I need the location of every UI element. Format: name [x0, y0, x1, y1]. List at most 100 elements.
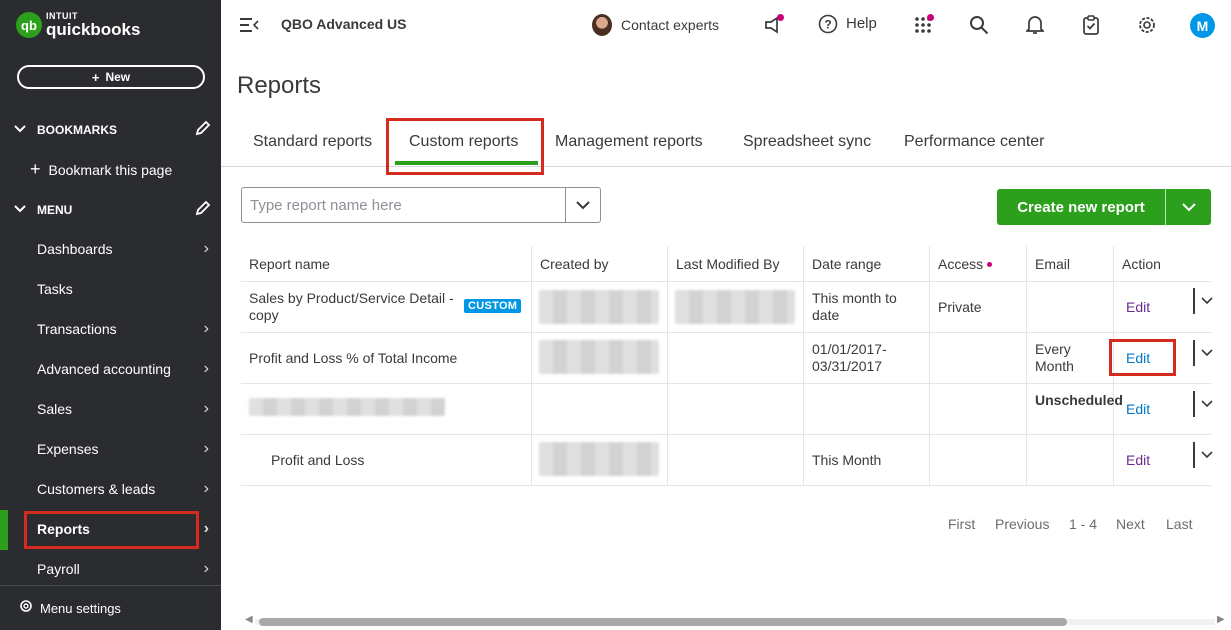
sidebar-item-label: Transactions [37, 321, 117, 337]
quickbooks-logo[interactable]: qb INTUIT quickbooks [16, 12, 140, 38]
email-cell: Every Month [1035, 341, 1074, 374]
pencil-icon[interactable] [195, 200, 211, 220]
tab-performance-center[interactable]: Performance center [904, 133, 1045, 151]
edit-link[interactable]: Edit [1126, 299, 1150, 315]
report-name-cell[interactable]: Profit and Loss % of Total Income [249, 350, 457, 367]
pencil-icon[interactable] [195, 120, 211, 140]
company-name: QBO Advanced US [281, 16, 407, 32]
sidebar-item-label: Dashboards [37, 241, 113, 257]
edit-link[interactable]: Edit [1126, 452, 1150, 468]
row-menu-divider [1193, 340, 1195, 366]
plus-icon: + [91, 69, 100, 85]
svg-text:?: ? [824, 18, 831, 32]
new-button-label: New [105, 70, 131, 84]
pagination-first[interactable]: First [948, 516, 975, 532]
horizontal-scrollbar[interactable]: ◀ ▶ [241, 614, 1231, 628]
date-range-cell: This Month [812, 452, 882, 468]
access-header-label: Access [938, 256, 984, 272]
collapse-menu-icon[interactable] [238, 14, 260, 36]
help-icon[interactable]: ? [817, 13, 839, 35]
chevron-down-icon[interactable] [1201, 397, 1213, 411]
menu-settings[interactable]: Menu settings [0, 585, 221, 630]
pagination-next[interactable]: Next [1116, 516, 1145, 532]
settings-gear-icon[interactable] [1136, 14, 1158, 36]
gear-icon [18, 598, 34, 619]
bookmark-page-label: Bookmark this page [48, 161, 173, 178]
chevron-down-icon[interactable] [1201, 346, 1213, 360]
pagination-range: 1 - 4 [1069, 516, 1098, 532]
redacted-created-by [539, 290, 659, 324]
sidebar-item-label: Tasks [37, 281, 73, 297]
chevron-down-icon[interactable] [1166, 199, 1211, 215]
report-name-cell[interactable]: Profit and Loss [271, 452, 364, 469]
clipboard-icon[interactable] [1080, 14, 1102, 36]
sidebar-item-tasks[interactable]: Tasks [0, 269, 221, 309]
menu-settings-label: Menu settings [40, 600, 121, 616]
edit-link[interactable]: Edit [1126, 401, 1150, 417]
custom-badge: CUSTOM [464, 299, 522, 313]
chevron-down-icon[interactable] [1201, 294, 1213, 308]
bookmarks-header[interactable]: BOOKMARKS [14, 120, 211, 140]
tab-spreadsheet-sync[interactable]: Spreadsheet sync [743, 133, 871, 151]
column-header-date-range[interactable]: Date range [804, 246, 881, 282]
expert-avatar [592, 14, 612, 36]
help-link[interactable]: Help [846, 15, 877, 32]
column-header-created-by[interactable]: Created by [532, 246, 608, 282]
new-button[interactable]: + New [17, 65, 205, 89]
sidebar-item-transactions[interactable]: Transactions › [0, 309, 221, 349]
redacted-created-by [539, 340, 659, 374]
chevron-right-icon: › [203, 240, 209, 257]
user-avatar[interactable]: M [1190, 13, 1215, 38]
date-range-cell: This month to date [812, 290, 897, 323]
sidebar-item-expenses[interactable]: Expenses › [0, 429, 221, 469]
plus-icon: + [30, 159, 41, 179]
sidebar-item-label: Payroll [37, 561, 80, 577]
email-cell: Unscheduled [1035, 392, 1123, 408]
search-input[interactable] [242, 190, 562, 220]
brand-name: quickbooks [46, 20, 141, 39]
sidebar-item-label: Customers & leads [37, 481, 156, 497]
search-icon[interactable] [968, 14, 990, 36]
access-cell: Private [938, 299, 982, 315]
highlight-box [1109, 339, 1176, 376]
sidebar-item-dashboards[interactable]: Dashboards › [0, 229, 221, 269]
report-search [241, 187, 601, 223]
pagination-previous[interactable]: Previous [995, 516, 1049, 532]
column-header-report-name[interactable]: Report name [241, 246, 330, 282]
apps-grid-icon[interactable] [912, 14, 934, 36]
report-name-cell[interactable]: Sales by Product/Service Detail - copy [249, 290, 459, 324]
chevron-right-icon: › [203, 480, 209, 497]
create-new-report-button[interactable]: Create new report [997, 189, 1211, 225]
report-tabs: Standard reports Custom reports Manageme… [221, 120, 1231, 167]
chevron-right-icon: › [203, 400, 209, 417]
sidebar-item-advanced-accounting[interactable]: Advanced accounting › [0, 349, 221, 389]
chevron-down-icon[interactable] [1201, 448, 1213, 462]
tab-standard-reports[interactable]: Standard reports [253, 133, 372, 151]
menu-header[interactable]: MENU [14, 200, 211, 220]
highlight-box [386, 118, 544, 175]
tab-management-reports[interactable]: Management reports [555, 133, 703, 151]
redacted-created-by [539, 442, 659, 476]
sidebar-item-payroll[interactable]: Payroll › [0, 549, 221, 589]
bell-icon[interactable] [1024, 14, 1046, 36]
date-range-cell: 01/01/2017-03/31/2017 [812, 341, 887, 374]
scrollbar-thumb[interactable] [259, 618, 1067, 626]
column-header-email[interactable]: Email [1027, 246, 1070, 282]
chevron-right-icon: › [203, 320, 209, 337]
sidebar: qb INTUIT quickbooks + New BOOKMARKS + B… [0, 0, 221, 630]
pagination-last[interactable]: Last [1166, 516, 1192, 532]
bookmark-this-page[interactable]: + Bookmark this page [30, 159, 172, 180]
contact-experts-link[interactable]: Contact experts [621, 17, 719, 33]
menu-label: MENU [37, 203, 73, 217]
page-title: Reports [237, 72, 322, 99]
create-new-report-label: Create new report [1017, 198, 1145, 216]
column-header-access[interactable]: Access [930, 246, 993, 282]
column-header-last-modified-by[interactable]: Last Modified By [668, 246, 780, 282]
sidebar-item-sales[interactable]: Sales › [0, 389, 221, 429]
announcement-icon[interactable] [761, 13, 785, 37]
chevron-right-icon: › [203, 360, 209, 377]
search-dropdown-toggle[interactable] [565, 188, 600, 222]
chevron-down-icon [14, 124, 28, 136]
sidebar-item-customers-leads[interactable]: Customers & leads › [0, 469, 221, 509]
redacted-report-name [249, 398, 445, 416]
